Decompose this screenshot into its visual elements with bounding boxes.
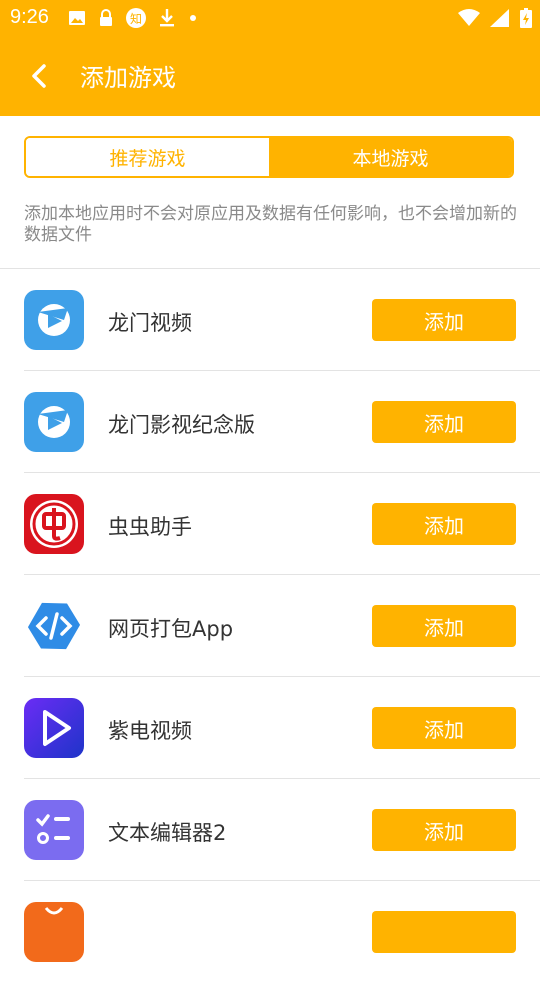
lock-icon <box>100 9 112 26</box>
segmented-tabs: 推荐游戏 本地游戏 <box>24 136 514 178</box>
download-icon <box>160 9 174 27</box>
status-right-icons <box>458 8 532 28</box>
add-button[interactable]: 添加 <box>372 809 516 851</box>
signal-icon <box>490 9 509 27</box>
tab-recommended-games[interactable]: 推荐游戏 <box>26 138 269 176</box>
battery-icon <box>520 8 532 28</box>
list-item: 虫虫助手 添加 <box>24 473 540 575</box>
wifi-icon <box>458 9 480 26</box>
add-button[interactable]: 添加 <box>372 299 516 341</box>
zhi-icon: 知 <box>126 8 146 28</box>
checklist-icon <box>24 800 84 860</box>
back-arrow-icon <box>32 64 46 88</box>
list-item: 文本编辑器2 添加 <box>24 779 540 881</box>
app-list: 龙门视频 添加 龙门影视纪念版 添加 虫虫助手 添加 网页打包App 添加 紫电… <box>0 269 540 982</box>
app-name: 龙门影视纪念版 <box>108 413 255 437</box>
add-button[interactable] <box>372 911 516 953</box>
add-button[interactable]: 添加 <box>372 503 516 545</box>
app-name: 文本编辑器2 <box>108 821 227 845</box>
app-name: 虫虫助手 <box>108 515 192 539</box>
chongchong-icon <box>24 494 84 554</box>
longmen-memorial-icon <box>24 392 84 452</box>
list-item: 网页打包App 添加 <box>24 575 540 677</box>
play-icon <box>24 698 84 758</box>
tab-local-games[interactable]: 本地游戏 <box>269 138 512 176</box>
add-button[interactable]: 添加 <box>372 401 516 443</box>
status-time: 9:26 <box>10 6 49 28</box>
dot-icon <box>190 15 196 21</box>
info-notice: 添加本地应用时不会对原应用及数据有任何影响，也不会增加新的数据文件 <box>24 204 517 245</box>
list-item: 龙门视频 添加 <box>24 269 540 371</box>
page-title: 添加游戏 <box>80 64 176 92</box>
status-bar: 9:26 知 <box>0 0 540 36</box>
app-name: 龙门视频 <box>108 311 192 335</box>
code-icon <box>24 596 84 656</box>
longmen-icon <box>24 290 84 350</box>
back-button[interactable] <box>22 58 58 94</box>
app-name: 网页打包App <box>108 617 234 641</box>
add-button[interactable]: 添加 <box>372 605 516 647</box>
app-name: 紫电视频 <box>108 719 192 743</box>
image-icon <box>69 11 85 25</box>
header-panel: 推荐游戏 本地游戏 添加本地应用时不会对原应用及数据有任何影响，也不会增加新的数… <box>0 116 540 269</box>
list-item <box>24 881 540 982</box>
bag-icon <box>24 902 84 962</box>
app-bar: 添加游戏 <box>0 36 540 116</box>
status-left-icons: 知 <box>68 8 198 28</box>
add-button[interactable]: 添加 <box>372 707 516 749</box>
list-item: 紫电视频 添加 <box>24 677 540 779</box>
list-item: 龙门影视纪念版 添加 <box>24 371 540 473</box>
